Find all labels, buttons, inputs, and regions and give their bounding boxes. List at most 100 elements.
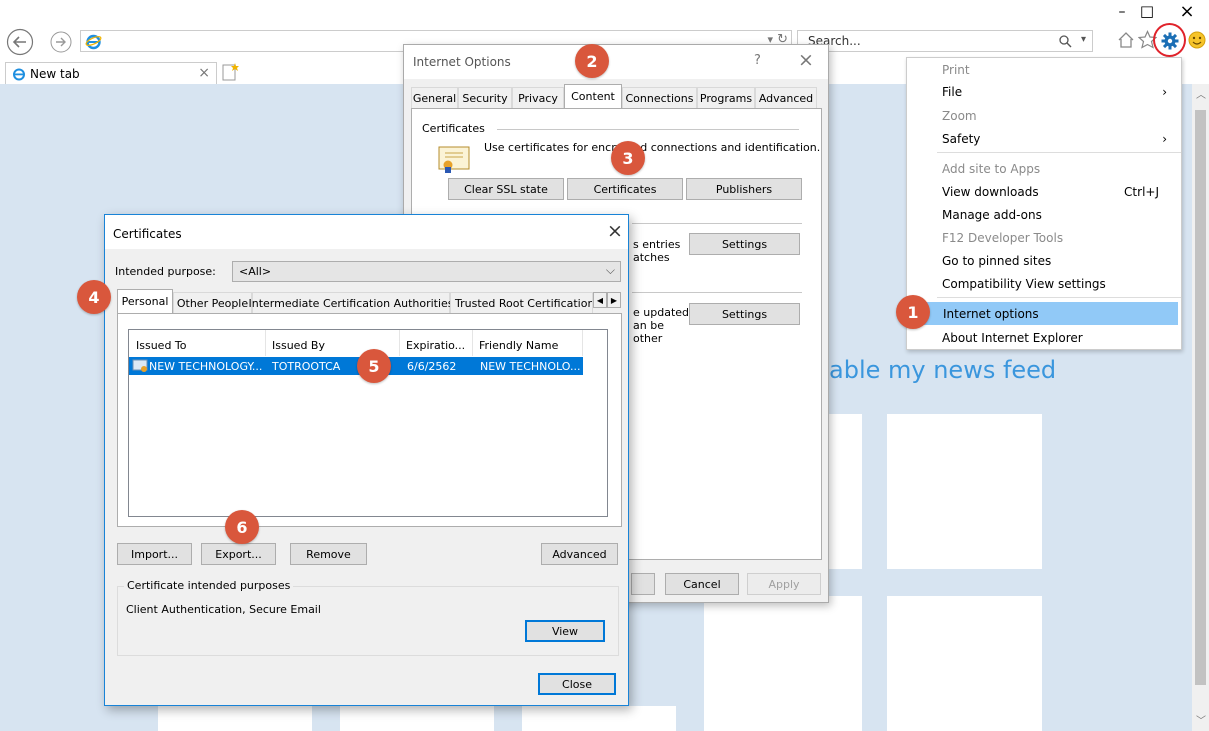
- tab-title: New tab: [30, 67, 80, 81]
- close-icon[interactable]: ×: [798, 49, 814, 71]
- ok-button[interactable]: [631, 573, 655, 595]
- cell-expiration: 6/6/2562: [407, 360, 457, 373]
- maximize-button[interactable]: □: [1137, 2, 1157, 22]
- tab-strip: Personal Other People Intermediate Certi…: [117, 289, 621, 314]
- tile[interactable]: [522, 706, 676, 731]
- dialog-titlebar[interactable]: Internet Options ? ×: [404, 45, 828, 79]
- remove-button[interactable]: Remove: [290, 543, 367, 565]
- menu-item-compatibility-view-settings[interactable]: Compatibility View settings: [907, 272, 1181, 295]
- new-tab-icon[interactable]: [220, 62, 240, 82]
- ie-tab-icon: [13, 68, 25, 81]
- apply-button[interactable]: Apply: [747, 573, 821, 595]
- clear-ssl-state-button[interactable]: Clear SSL state: [448, 178, 564, 200]
- close-button[interactable]: Close: [538, 673, 616, 695]
- menu-item-add-site-to-apps[interactable]: Add site to Apps: [907, 157, 1181, 180]
- dialog-title: Certificates: [113, 227, 182, 241]
- back-arrow-icon: [6, 28, 34, 56]
- feeds-text: other: [633, 332, 663, 345]
- cancel-button[interactable]: Cancel: [665, 573, 739, 595]
- menu-item-f12-developer-tools[interactable]: F12 Developer Tools: [907, 226, 1181, 249]
- settings-gear-button[interactable]: [1153, 23, 1186, 57]
- cell-friendly-name: NEW TECHNOLO...: [480, 360, 581, 373]
- menu-item-manage-add-ons[interactable]: Manage add-ons: [907, 203, 1181, 226]
- step-badge-4: 4: [77, 280, 111, 314]
- search-dropdown-icon[interactable]: ▾: [1081, 34, 1086, 45]
- tab-intermediate-cas[interactable]: Intermediate Certification Authorities: [248, 292, 454, 313]
- advanced-button[interactable]: Advanced: [541, 543, 618, 565]
- back-button[interactable]: [6, 28, 34, 56]
- minimize-button[interactable]: –: [1112, 4, 1132, 24]
- tab-advanced[interactable]: Advanced: [755, 87, 817, 108]
- menu-label: Go to pinned sites: [942, 253, 1052, 268]
- tab-connections[interactable]: Connections: [622, 87, 697, 108]
- tab-general[interactable]: General: [411, 87, 458, 108]
- certificates-dialog: Certificates × Intended purpose: <All> ⌵…: [104, 214, 629, 706]
- publishers-button[interactable]: Publishers: [686, 178, 802, 200]
- tile[interactable]: [887, 414, 1042, 569]
- home-icon[interactable]: [1117, 31, 1135, 49]
- purposes-value: Client Authentication, Secure Email: [126, 603, 321, 616]
- gear-icon: [1161, 32, 1179, 50]
- import-button[interactable]: Import...: [117, 543, 192, 565]
- intended-purpose-select[interactable]: <All> ⌵: [232, 261, 621, 282]
- scroll-up-arrow[interactable]: ︿: [1196, 86, 1206, 101]
- cell-issued-to: NEW TECHNOLOGY...: [149, 360, 263, 373]
- step-badge-5: 5: [357, 349, 391, 383]
- browser-tab[interactable]: New tab ×: [5, 62, 217, 84]
- forward-button[interactable]: [50, 31, 72, 53]
- page-scrollbar[interactable]: ︿ ﹀: [1192, 84, 1209, 731]
- menu-item-print[interactable]: Print: [907, 58, 1181, 81]
- feeds-settings-button[interactable]: Settings: [689, 303, 800, 325]
- menu-item-safety[interactable]: Safety ›: [907, 127, 1181, 150]
- tab-security[interactable]: Security: [458, 87, 512, 108]
- column-header-issued-to[interactable]: Issued To: [129, 330, 266, 356]
- menu-label: Print: [942, 62, 970, 77]
- purposes-group-label: Certificate intended purposes: [124, 579, 294, 592]
- tile[interactable]: [704, 596, 862, 731]
- menu-separator: [937, 297, 1181, 298]
- table-row[interactable]: NEW TECHNOLOGY... TOTROOTCA 6/6/2562 NEW…: [129, 357, 583, 375]
- certificates-button[interactable]: Certificates: [567, 178, 683, 200]
- intended-purpose-value: <All>: [239, 265, 272, 278]
- tab-strip: General Security Privacy Content Connect…: [411, 84, 823, 109]
- column-header-friendly-name[interactable]: Friendly Name: [473, 330, 583, 356]
- dialog-title: Internet Options: [413, 55, 511, 69]
- autocomplete-settings-button[interactable]: Settings: [689, 233, 800, 255]
- close-icon[interactable]: ×: [607, 220, 623, 242]
- tile[interactable]: [340, 706, 494, 731]
- menu-item-zoom[interactable]: Zoom: [907, 104, 1181, 127]
- tab-other-people[interactable]: Other People: [173, 292, 252, 313]
- menu-item-internet-options[interactable]: Internet options: [908, 302, 1178, 325]
- smiley-feedback-icon[interactable]: [1188, 31, 1206, 49]
- tab-content[interactable]: Content: [564, 84, 622, 108]
- search-box[interactable]: Search... ▾: [797, 30, 1093, 52]
- tab-programs[interactable]: Programs: [697, 87, 755, 108]
- tab-close-icon[interactable]: ×: [198, 65, 210, 81]
- tile[interactable]: [158, 706, 312, 731]
- menu-label: File: [942, 84, 963, 99]
- column-header-expiration[interactable]: Expiratio...: [400, 330, 473, 356]
- tab-trusted-root[interactable]: Trusted Root Certification: [450, 292, 593, 313]
- dialog-titlebar[interactable]: Certificates ×: [105, 215, 628, 249]
- menu-item-view-downloads[interactable]: View downloads Ctrl+J: [907, 180, 1181, 203]
- tile[interactable]: [887, 596, 1042, 731]
- step-badge-1: 1: [896, 295, 930, 329]
- view-button[interactable]: View: [525, 620, 605, 642]
- scroll-thumb[interactable]: [1195, 110, 1206, 685]
- menu-item-about-internet-explorer[interactable]: About Internet Explorer: [907, 326, 1181, 349]
- scroll-down-arrow[interactable]: ﹀: [1196, 712, 1206, 727]
- news-feed-link[interactable]: able my news feed: [829, 356, 1056, 384]
- tab-privacy[interactable]: Privacy: [512, 87, 564, 108]
- tab-scroll-left-button[interactable]: ◀: [593, 292, 607, 308]
- step-badge-3: 3: [611, 141, 645, 175]
- tab-personal[interactable]: Personal: [117, 289, 173, 313]
- close-window-button[interactable]: ×: [1175, 1, 1199, 23]
- tab-scroll-right-button[interactable]: ▶: [607, 292, 621, 308]
- menu-label: Safety: [942, 131, 981, 146]
- search-icon[interactable]: [1059, 35, 1072, 48]
- menu-label: Add site to Apps: [942, 161, 1041, 176]
- help-icon[interactable]: ?: [754, 53, 761, 68]
- export-button[interactable]: Export...: [201, 543, 276, 565]
- menu-item-go-to-pinned-sites[interactable]: Go to pinned sites: [907, 249, 1181, 272]
- menu-item-file[interactable]: File ›: [907, 80, 1181, 103]
